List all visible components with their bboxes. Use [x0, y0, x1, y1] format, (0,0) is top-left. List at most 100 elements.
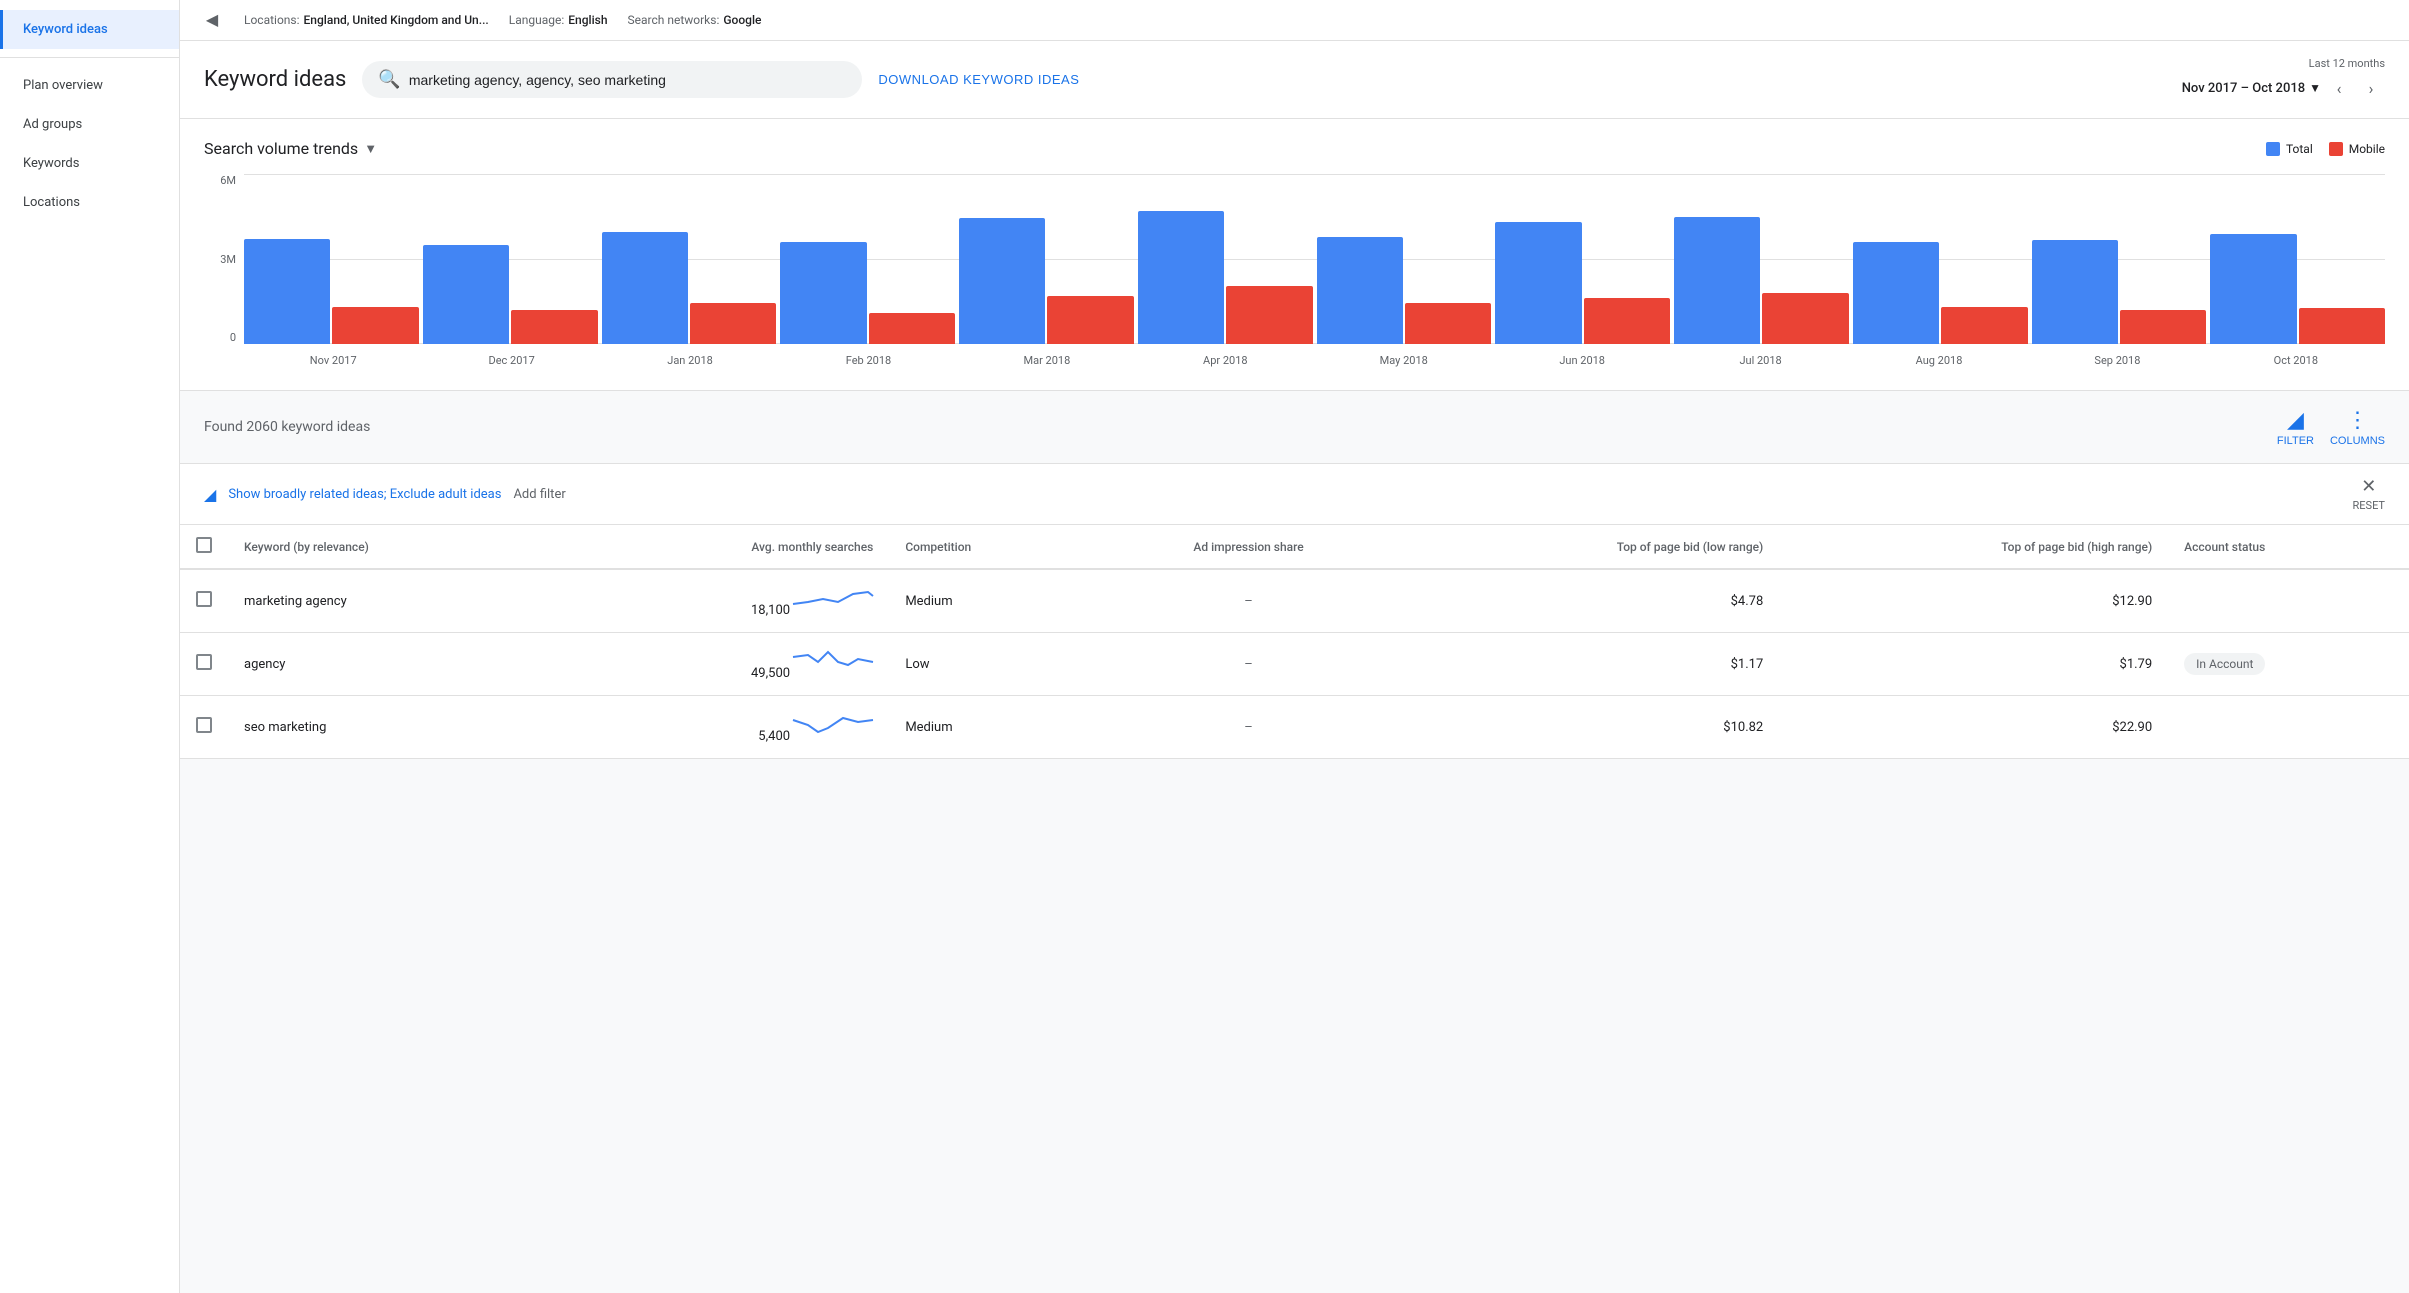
sidebar-item-locations[interactable]: Locations — [0, 183, 179, 222]
chart-dropdown-icon[interactable]: ▼ — [364, 141, 377, 157]
sidebar-toggle-button[interactable]: ◀ — [200, 8, 224, 32]
header-ad-impression[interactable]: Ad impression share — [1097, 525, 1399, 569]
legend-mobile-label: Mobile — [2349, 142, 2385, 156]
date-range-select[interactable]: Nov 2017 – Oct 2018 ▼ — [2182, 81, 2321, 96]
download-button[interactable]: DOWNLOAD KEYWORD IDEAS — [878, 72, 1079, 87]
avg-monthly-cell: 5,400 — [561, 696, 889, 759]
sidebar-item-plan-overview[interactable]: Plan overview — [0, 66, 179, 105]
sparkline-chart — [793, 647, 873, 677]
bar-mobile — [1584, 298, 1670, 344]
bar-total — [2210, 234, 2296, 345]
bar-mobile — [1405, 303, 1491, 344]
bar-mobile — [1047, 296, 1133, 344]
sidebar-item-keywords[interactable]: Keywords — [0, 144, 179, 183]
chart-legend: Total Mobile — [2266, 142, 2385, 156]
results-count: Found 2060 keyword ideas — [204, 419, 2277, 435]
content-scroll: Search volume trends ▼ Total Mobile 6M — [180, 119, 2409, 1293]
chart-bar-group — [780, 174, 955, 344]
chart-bar-group — [1853, 174, 2028, 344]
table-header-row: Keyword (by relevance) Avg. monthly sear… — [180, 525, 2409, 569]
search-input[interactable] — [409, 72, 847, 88]
date-range-controls: Nov 2017 – Oct 2018 ▼ ‹ › — [2182, 74, 2385, 102]
page-title: Keyword ideas — [204, 67, 346, 92]
row-checkbox[interactable] — [196, 654, 212, 670]
header-top-page-high[interactable]: Top of page bid (high range) — [1779, 525, 2168, 569]
header-top-page-low[interactable]: Top of page bid (low range) — [1400, 525, 1780, 569]
bar-mobile — [511, 310, 597, 344]
chart-title: Search volume trends — [204, 139, 358, 158]
top-page-low-cell: $10.82 — [1400, 696, 1780, 759]
header-account-status[interactable]: Account status — [2168, 525, 2409, 569]
filter-description[interactable]: Show broadly related ideas; Exclude adul… — [228, 487, 501, 502]
header-keyword[interactable]: Keyword (by relevance) — [228, 525, 561, 569]
locations-value: England, United Kingdom and Un... — [304, 13, 489, 27]
bar-mobile — [332, 307, 418, 344]
row-checkbox[interactable] — [196, 717, 212, 733]
search-box[interactable]: 🔍 — [362, 61, 862, 98]
bar-mobile — [1762, 293, 1848, 344]
y-label-0: 0 — [204, 331, 236, 344]
table-row: agency49,500 Low–$1.17$1.79In Account — [180, 633, 2409, 696]
chart-bar-group — [1317, 174, 1492, 344]
chart-x-labels: Nov 2017Dec 2017Jan 2018Feb 2018Mar 2018… — [244, 346, 2385, 374]
x-label: Oct 2018 — [2207, 346, 2385, 374]
competition-cell: Low — [889, 633, 1097, 696]
top-page-low-cell: $1.17 — [1400, 633, 1780, 696]
x-label: Sep 2018 — [2028, 346, 2206, 374]
header-checkbox-cell — [180, 525, 228, 569]
legend-total-label: Total — [2286, 142, 2313, 156]
legend-mobile: Mobile — [2329, 142, 2385, 156]
competition-cell: Medium — [889, 696, 1097, 759]
x-label: Apr 2018 — [1136, 346, 1314, 374]
header-checkbox[interactable] — [196, 537, 212, 553]
sidebar-item-ad-groups[interactable]: Ad groups — [0, 105, 179, 144]
sidebar: Keyword ideas Plan overview Ad groups Ke… — [0, 0, 180, 1293]
close-icon: ✕ — [2361, 476, 2376, 497]
sidebar-item-keyword-ideas[interactable]: Keyword ideas — [0, 10, 179, 49]
avg-monthly-cell: 18,100 — [561, 569, 889, 633]
header-competition[interactable]: Competition — [889, 525, 1097, 569]
chart-bar-group — [1138, 174, 1313, 344]
top-page-high-cell: $1.79 — [1779, 633, 2168, 696]
bar-total — [1317, 237, 1403, 344]
chart-bar-group — [602, 174, 777, 344]
bar-total — [2032, 240, 2118, 344]
locations-label: Locations: — [244, 13, 300, 27]
x-label: Aug 2018 — [1850, 346, 2028, 374]
bar-total — [959, 218, 1045, 344]
next-date-button[interactable]: › — [2357, 74, 2385, 102]
ad-impression-cell: – — [1097, 633, 1399, 696]
filter-button[interactable]: ◢ FILTER — [2277, 407, 2314, 447]
chart-bars-area — [244, 174, 2385, 344]
sparkline-chart — [793, 584, 873, 614]
ad-impression-cell: – — [1097, 696, 1399, 759]
account-status-cell: In Account — [2168, 633, 2409, 696]
bar-total — [1495, 222, 1581, 344]
date-range-value: Nov 2017 – Oct 2018 — [2182, 81, 2305, 96]
in-account-badge: In Account — [2184, 653, 2265, 675]
x-label: Feb 2018 — [779, 346, 957, 374]
bar-total — [602, 232, 688, 344]
language-value: English — [568, 13, 607, 27]
results-header: Found 2060 keyword ideas ◢ FILTER ⋮ COLU… — [180, 391, 2409, 464]
filter-close-button[interactable]: ✕ RESET — [2353, 476, 2385, 512]
top-page-high-cell: $22.90 — [1779, 696, 2168, 759]
language-item: Language: English — [509, 13, 608, 27]
filter-active-icon: ◢ — [204, 485, 216, 504]
bar-mobile — [2299, 308, 2385, 344]
filter-bar: ◢ Show broadly related ideas; Exclude ad… — [180, 464, 2409, 525]
columns-icon: ⋮ — [2346, 407, 2368, 433]
chart-bar-group — [1674, 174, 1849, 344]
x-label: May 2018 — [1315, 346, 1493, 374]
avg-monthly-cell: 49,500 — [561, 633, 889, 696]
table-row: seo marketing5,400 Medium–$10.82$22.90 — [180, 696, 2409, 759]
main-content: ◀ Locations: England, United Kingdom and… — [180, 0, 2409, 1293]
header-avg-monthly[interactable]: Avg. monthly searches — [561, 525, 889, 569]
columns-button[interactable]: ⋮ COLUMNS — [2330, 407, 2385, 447]
add-filter-button[interactable]: Add filter — [513, 487, 565, 502]
bar-mobile — [690, 303, 776, 344]
row-checkbox[interactable] — [196, 591, 212, 607]
locations-item: Locations: England, United Kingdom and U… — [244, 13, 489, 27]
keyword-cell: seo marketing — [228, 696, 561, 759]
prev-date-button[interactable]: ‹ — [2325, 74, 2353, 102]
